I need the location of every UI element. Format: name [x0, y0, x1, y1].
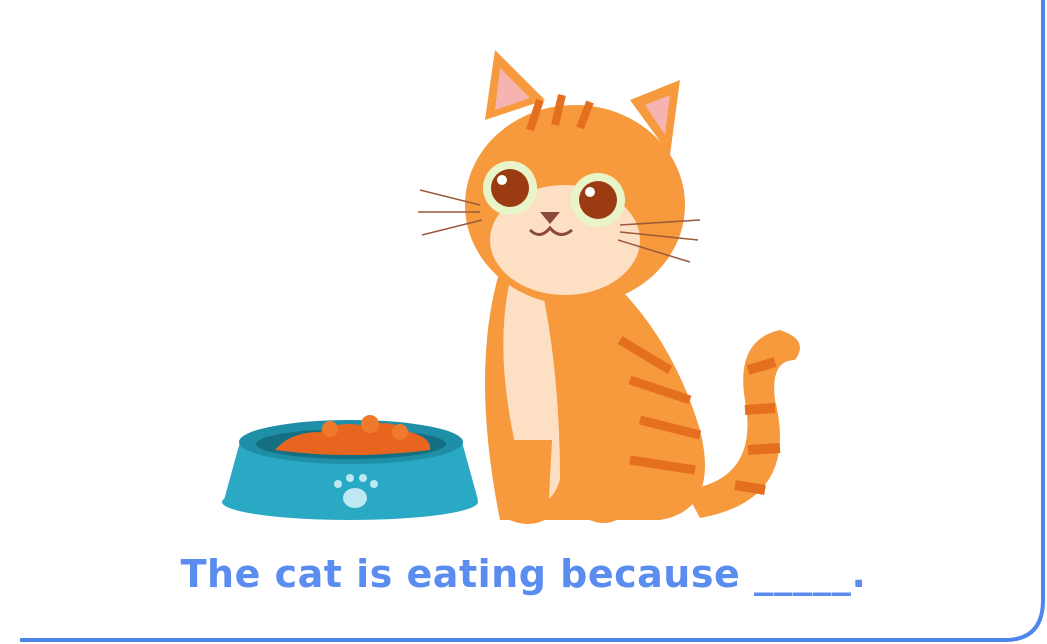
question-card: The cat is eating because _____. [0, 0, 1047, 644]
question-sentence: The cat is eating because _____. [180, 552, 867, 596]
cat-icon [418, 50, 800, 524]
cat-eating-illustration [222, 50, 800, 524]
food-bowl-icon [222, 415, 478, 520]
